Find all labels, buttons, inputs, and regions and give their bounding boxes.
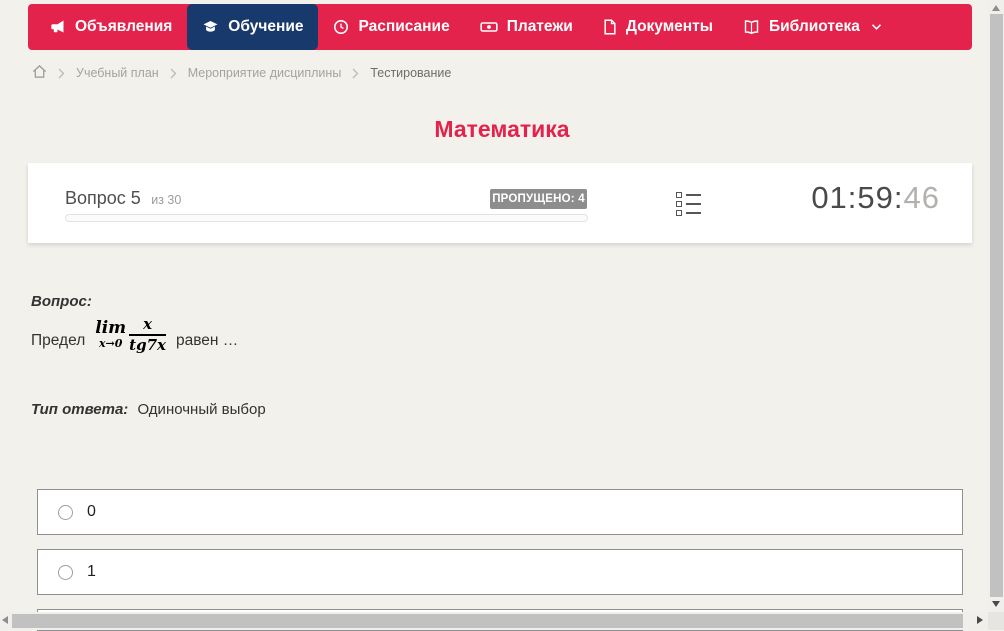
vertical-scrollbar[interactable] — [988, 0, 1004, 612]
nav-item-payments[interactable]: Платежи — [465, 4, 588, 50]
radio-icon[interactable] — [58, 564, 73, 580]
clock-icon — [333, 19, 349, 35]
page-title: Математика — [434, 116, 570, 142]
nav-item-documents[interactable]: Документы — [588, 4, 728, 50]
question-label: Вопрос: — [31, 293, 92, 310]
main-navbar: Объявления Обучение Расписание Платежи Д… — [28, 4, 972, 50]
graduation-cap-icon — [202, 19, 219, 35]
formula-operator: lim — [95, 318, 127, 339]
breadcrumb-separator-icon — [170, 68, 177, 79]
answer-option-1[interactable]: 1 — [37, 549, 963, 595]
nav-item-label: Расписание — [358, 18, 450, 35]
question-total: из 30 — [151, 193, 182, 207]
chevron-down-icon — [871, 23, 882, 31]
question-list-icon[interactable] — [676, 192, 702, 216]
nav-item-label: Обучение — [228, 18, 304, 35]
vertical-scrollbar-thumb[interactable] — [990, 14, 1003, 597]
timer-seconds: 46 — [903, 180, 940, 215]
option-label: 1 — [87, 563, 96, 580]
question-number: Вопрос 5 — [65, 188, 141, 208]
horizontal-scrollbar-thumb[interactable] — [12, 614, 963, 628]
skipped-badge: ПРОПУЩЕНО: 4 — [490, 189, 587, 209]
answer-type-value: Одиночный выбор — [137, 401, 266, 418]
nav-item-label: Платежи — [506, 18, 573, 35]
formula-denominator: tg7x — [129, 335, 166, 354]
answer-type-label: Тип ответа: — [31, 401, 129, 418]
answer-type: Тип ответа: Одиночный выбор — [31, 401, 266, 418]
question-text-after: равен … — [175, 331, 239, 349]
timer: 01:59:46 — [811, 180, 940, 216]
horizontal-scrollbar[interactable] — [0, 612, 988, 630]
limit-formula: lim x→0 x tg7x — [95, 317, 166, 353]
radio-icon[interactable] — [58, 504, 73, 520]
formula-subscript: x→0 — [98, 337, 123, 351]
nav-item-label: Библиотека — [769, 18, 860, 35]
document-icon — [603, 19, 617, 35]
breadcrumb-separator-icon — [352, 68, 359, 79]
breadcrumb-item-discipline-event[interactable]: Мероприятие дисциплины — [188, 66, 342, 80]
question-counter: Вопрос 5 из 30 — [65, 188, 181, 209]
breadcrumb-item-curriculum[interactable]: Учебный план — [76, 66, 159, 80]
nav-item-label: Документы — [625, 18, 713, 35]
home-icon[interactable] — [32, 64, 47, 82]
banknote-icon — [480, 19, 498, 35]
answer-option-0[interactable]: 0 — [37, 489, 963, 535]
nav-item-label: Объявления — [75, 18, 173, 35]
timer-main: 01:59: — [811, 180, 904, 215]
breadcrumb: Учебный план Мероприятие дисциплины Тест… — [32, 63, 451, 83]
breadcrumb-separator-icon — [58, 68, 65, 79]
option-label: 0 — [87, 503, 96, 520]
book-icon — [743, 19, 760, 35]
question-text-before: Предел — [31, 331, 86, 349]
quiz-header-card: Вопрос 5 из 30 ПРОПУЩЕНО: 4 01:59:46 — [28, 163, 972, 243]
scrollbar-corner — [988, 612, 1004, 630]
breadcrumb-item-testing: Тестирование — [370, 66, 452, 80]
nav-item-schedule[interactable]: Расписание — [318, 4, 464, 50]
nav-item-announcements[interactable]: Объявления — [34, 4, 187, 50]
question-text: Предел lim x→0 x tg7x равен … — [31, 314, 239, 353]
scroll-left-arrow-icon[interactable] — [2, 616, 8, 624]
progress-bar — [65, 214, 588, 222]
scroll-up-arrow-icon[interactable] — [992, 5, 1000, 11]
megaphone-icon — [49, 19, 66, 35]
scroll-right-arrow-icon[interactable] — [977, 616, 983, 624]
scroll-down-arrow-icon[interactable] — [992, 601, 1000, 607]
formula-numerator: x — [143, 315, 153, 333]
nav-item-library[interactable]: Библиотека — [728, 4, 897, 50]
nav-item-learning[interactable]: Обучение — [187, 4, 319, 50]
